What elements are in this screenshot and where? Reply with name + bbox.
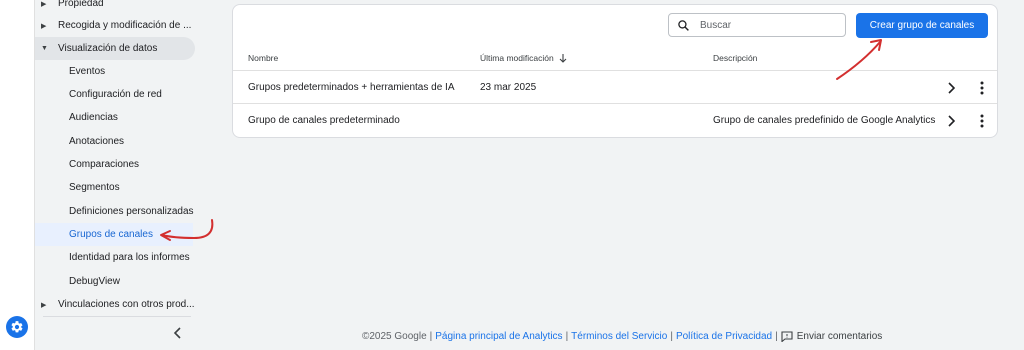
sidebar-item-label: Anotaciones [69, 136, 125, 147]
sidebar-divider [43, 316, 191, 317]
send-feedback-button[interactable]: Enviar comentarios [781, 331, 883, 342]
sidebar-item-label: DebugView [69, 276, 120, 287]
sidebar-item-label: Recogida y modificación de ... [58, 20, 192, 31]
separator: | [670, 331, 673, 342]
sidebar-item-label: Audiencias [69, 112, 118, 123]
sidebar-item-label: Visualización de datos [58, 43, 158, 54]
caret-right-icon: ▶ [41, 22, 47, 30]
more-vert-icon[interactable] [975, 81, 989, 95]
sidebar-item-label: Propiedad [58, 0, 104, 9]
sidebar-item-identidad[interactable]: Identidad para los informes [35, 246, 200, 269]
separator: | [429, 331, 433, 342]
cell-name: Grupos predeterminados + herramientas de… [248, 82, 455, 93]
caret-right-icon: ▶ [41, 0, 47, 8]
privacy-link[interactable]: Política de Privacidad [676, 331, 772, 342]
sidebar-item-audiencias[interactable]: Audiencias [35, 106, 200, 129]
caret-right-icon: ▶ [41, 301, 47, 309]
chevron-right-icon[interactable] [944, 114, 958, 128]
cell-name: Grupo de canales predeterminado [248, 115, 400, 126]
search-input[interactable] [700, 19, 840, 31]
column-header-description[interactable]: Descripción [713, 53, 757, 63]
sidebar-item-propiedad[interactable]: ▶ Propiedad [35, 0, 200, 15]
sidebar-item-segmentos[interactable]: Segmentos [35, 176, 200, 199]
separator: | [565, 331, 569, 342]
search-icon [678, 19, 689, 31]
sidebar-item-label: Eventos [69, 66, 106, 77]
column-header-label: Descripción [713, 53, 758, 63]
channel-groups-card: Crear grupo de canales Nombre Última mod… [232, 4, 998, 138]
sidebar-item-comparaciones[interactable]: Comparaciones [35, 153, 200, 176]
collapse-sidebar-button[interactable] [170, 325, 186, 341]
sidebar-item-grupos-canales[interactable]: Grupos de canales [35, 223, 193, 246]
terms-link[interactable]: Términos del Servicio [571, 331, 667, 342]
table-row[interactable]: Grupo de canales predeterminado Grupo de… [233, 103, 997, 136]
sidebar-item-label: Vinculaciones con otros prod... [58, 299, 195, 310]
create-channel-group-button[interactable]: Crear grupo de canales [856, 13, 988, 38]
sidebar-item-label: Grupos de canales [69, 229, 153, 240]
sidebar-item-label: Identidad para los informes [69, 252, 190, 263]
more-vert-icon[interactable] [975, 114, 989, 128]
feedback-label: Enviar comentarios [796, 331, 883, 342]
sidebar-item-configuracion-red[interactable]: Configuración de red [35, 83, 200, 106]
chevron-right-icon[interactable] [944, 81, 958, 95]
sidebar-item-label: Definiciones personalizadas [69, 206, 194, 217]
sidebar-item-label: Configuración de red [69, 89, 162, 100]
column-header-label: Nombre [248, 53, 279, 63]
sidebar-item-label: Segmentos [69, 182, 120, 193]
copyright-text: ©2025 Google [362, 331, 427, 342]
footer: ©2025 Google | Página principal de Analy… [362, 331, 882, 342]
sidebar-nav: ▶ Propiedad ▶ Recogida y modificación de… [35, 0, 210, 350]
gear-icon [11, 321, 23, 333]
sidebar-item-recogida[interactable]: ▶ Recogida y modificación de ... [35, 14, 200, 37]
table-row[interactable]: Grupos predeterminados + herramientas de… [233, 70, 997, 103]
sidebar-item-visualizacion[interactable]: ▼ Visualización de datos [35, 37, 195, 60]
chevron-left-icon [173, 327, 181, 339]
separator: | [775, 331, 778, 342]
sidebar-item-anotaciones[interactable]: Anotaciones [35, 130, 200, 153]
arrow-down-icon [559, 54, 567, 63]
settings-button[interactable] [6, 316, 28, 338]
column-header-label: Última modificación [480, 53, 554, 63]
sidebar-item-definiciones[interactable]: Definiciones personalizadas [35, 200, 200, 223]
column-header-modified[interactable]: Última modificación [480, 53, 568, 63]
sidebar-item-eventos[interactable]: Eventos [35, 60, 200, 83]
cell-description: Grupo de canales predefinido de Google A… [713, 115, 936, 126]
cell-modified: 23 mar 2025 [480, 82, 537, 93]
caret-down-icon: ▼ [41, 45, 48, 52]
search-field[interactable] [668, 13, 846, 37]
left-rail [0, 0, 35, 350]
analytics-home-link[interactable]: Página principal de Analytics [435, 331, 562, 342]
sidebar-item-debugview[interactable]: DebugView [35, 270, 200, 293]
feedback-icon [781, 331, 793, 342]
column-header-name[interactable]: Nombre [248, 53, 278, 63]
sidebar-item-label: Comparaciones [69, 159, 140, 170]
sidebar-item-vinculaciones[interactable]: ▶ Vinculaciones con otros prod... [35, 293, 200, 316]
